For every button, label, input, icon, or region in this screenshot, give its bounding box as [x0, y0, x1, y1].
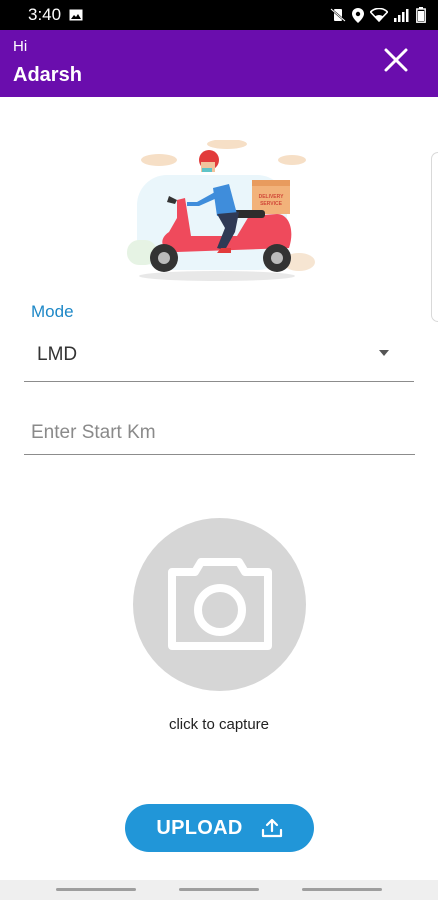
box-text-1: DELIVERY	[259, 194, 284, 200]
mode-select[interactable]: LMD	[24, 330, 414, 382]
box-text-2: SERVICE	[260, 201, 283, 207]
app-header: Hi Adarsh	[0, 30, 438, 97]
delivery-scooter-illustration: DELIVERY SERVICE	[127, 140, 315, 281]
image-icon	[69, 9, 83, 21]
nav-home-button[interactable]	[179, 888, 259, 891]
upload-button[interactable]: UPLOAD	[125, 804, 314, 852]
signal-icon	[394, 9, 409, 22]
mode-selected-value: LMD	[37, 344, 78, 365]
nav-recents-button[interactable]	[56, 888, 136, 891]
dropdown-arrow-icon	[379, 350, 389, 356]
mode-label: Mode	[31, 302, 74, 321]
mute-vibrate-icon	[330, 8, 346, 22]
status-bar: 3:40	[0, 0, 438, 30]
wifi-icon	[370, 8, 388, 22]
camera-icon	[168, 558, 272, 650]
capture-photo-button[interactable]	[133, 518, 306, 691]
close-icon[interactable]	[382, 46, 410, 74]
greeting-text: Hi	[13, 38, 28, 55]
location-icon	[352, 7, 364, 23]
start-km-input[interactable]	[24, 412, 415, 455]
nav-back-button[interactable]	[302, 888, 382, 891]
upload-label: UPLOAD	[156, 816, 243, 839]
status-time: 3:40	[28, 5, 62, 24]
battery-icon	[416, 7, 426, 23]
upload-icon	[261, 818, 282, 838]
system-nav-bar	[0, 880, 438, 900]
capture-label: click to capture	[168, 716, 270, 733]
user-name: Adarsh	[13, 64, 82, 86]
side-panel-handle[interactable]	[431, 152, 438, 322]
